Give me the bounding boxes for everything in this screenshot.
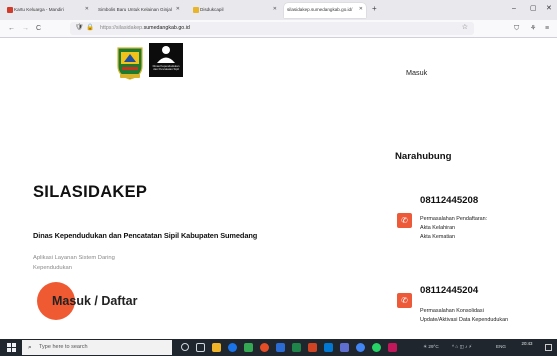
contact-service: Akta Kelahiran — [420, 225, 456, 231]
browser-tab[interactable]: Disdukcapil ✕ — [190, 3, 280, 18]
reload-button[interactable]: C — [36, 23, 41, 34]
whatsapp-icon[interactable] — [372, 343, 381, 352]
language-indicator[interactable]: ENG — [496, 343, 506, 351]
url-text[interactable]: https://silasidakep.sumedangkab.go.id — [100, 24, 190, 33]
tab-favicon-icon — [193, 6, 199, 13]
login-link[interactable]: Masuk — [406, 68, 427, 77]
teams-icon[interactable] — [340, 343, 349, 352]
browser-tabstrip: Kartu Keluarga - Mandiri ✕ Simbolis Baru … — [0, 0, 557, 20]
person-icon — [157, 46, 175, 63]
contact-phone[interactable]: 08112445204 — [420, 285, 478, 296]
tab-favicon-icon — [7, 6, 13, 13]
menu-icon[interactable]: ≡ — [545, 23, 549, 34]
store-icon[interactable] — [244, 343, 253, 352]
url-bar[interactable]: 🛡 🔒 https://silasidakep.sumedangkab.go.i… — [70, 22, 474, 35]
back-button[interactable]: ← — [8, 23, 15, 34]
powerpoint-icon[interactable] — [308, 343, 317, 352]
file-explorer-icon[interactable] — [212, 343, 221, 352]
shield-icon[interactable]: ⛉ — [514, 23, 519, 34]
taskbar-clock[interactable]: 20:43 — [516, 341, 538, 347]
search-placeholder: Type here to search — [39, 344, 88, 350]
login-register-button[interactable]: Masuk / Daftar — [37, 282, 145, 324]
app-description: Aplikasi Layanan Sistem Daring Kependudu… — [33, 255, 115, 271]
edge-icon[interactable] — [228, 343, 237, 352]
browser-tab[interactable]: Simbolis Baru Untuk Kelainan Ginjal ✕ — [95, 3, 183, 18]
contact-service: Permasalahan Pendaftaran: — [420, 216, 488, 222]
browser-tab-active[interactable]: silasidakep.sumedangkab.go.id/✕ — [284, 3, 366, 18]
browser-navbar: ← → C 🛡 🔒 https://silasidakep.sumedangka… — [0, 20, 557, 38]
tab-close-icon[interactable]: ✕ — [176, 3, 180, 16]
tab-close-icon[interactable]: ✕ — [85, 3, 89, 16]
browser-tab[interactable]: Kartu Keluarga - Mandiri ✕ — [4, 3, 92, 18]
app-title: SILASIDAKEP — [33, 183, 148, 201]
dukcapil-logo: Dinas Kependudukan dan Pencatatan Sipil — [149, 43, 183, 77]
tab-close-icon[interactable]: ✕ — [273, 3, 277, 16]
new-tab-button[interactable]: + — [372, 3, 377, 15]
contact-service: Akta Kematian — [420, 234, 456, 240]
firefox-icon[interactable] — [260, 343, 269, 352]
taskbar-search[interactable]: ⌕ Type here to search — [22, 340, 172, 355]
shield-icon[interactable]: 🛡 — [75, 23, 83, 33]
contact-heading: Narahubung — [395, 151, 452, 162]
agency-name: Dinas Kependudukan dan Pencatatan Sipil … — [33, 231, 258, 240]
mail-icon[interactable] — [324, 343, 333, 352]
login-register-label: Masuk / Daftar — [52, 294, 138, 308]
cortana-icon[interactable] — [181, 343, 189, 351]
forward-button[interactable]: → — [22, 23, 29, 34]
extensions-icon[interactable]: ⚘ — [530, 23, 536, 34]
app-icon[interactable] — [388, 343, 397, 352]
excel-icon[interactable] — [292, 343, 301, 352]
windows-start-icon[interactable] — [7, 343, 16, 352]
phone-icon: ✆ — [397, 213, 412, 228]
lock-icon[interactable]: 🔒 — [86, 23, 94, 33]
tab-close-icon[interactable]: ✕ — [359, 3, 363, 16]
minimize-button[interactable]: – — [512, 4, 516, 14]
close-window-button[interactable]: ✕ — [546, 4, 552, 14]
taskbar: ⌕ Type here to search ☀ 29°C ^ ⌂ ◫ ♪ ⚡ E… — [0, 339, 557, 356]
phone-icon: ✆ — [397, 293, 412, 308]
page-content: Dinas Kependudukan dan Pencatatan Sipil … — [0, 38, 557, 339]
search-icon: ⌕ — [28, 344, 32, 351]
task-view-icon[interactable] — [196, 343, 205, 352]
system-tray-icons[interactable]: ^ ⌂ ◫ ♪ ⚡ — [452, 343, 472, 351]
sumedang-regency-logo — [117, 47, 143, 80]
weather-indicator[interactable]: ☀ 29°C — [423, 343, 439, 351]
word-icon[interactable] — [276, 343, 285, 352]
maximize-button[interactable]: ▢ — [530, 4, 537, 14]
star-icon[interactable]: ☆ — [462, 23, 468, 33]
notification-icon[interactable] — [545, 344, 552, 351]
chrome-icon[interactable] — [356, 343, 365, 352]
contact-phone[interactable]: 08112445208 — [420, 195, 478, 206]
contact-service: Update/Aktivasi Data Kependudukan — [420, 317, 509, 323]
contact-service: Permasalahan Konsolidasi — [420, 308, 484, 314]
